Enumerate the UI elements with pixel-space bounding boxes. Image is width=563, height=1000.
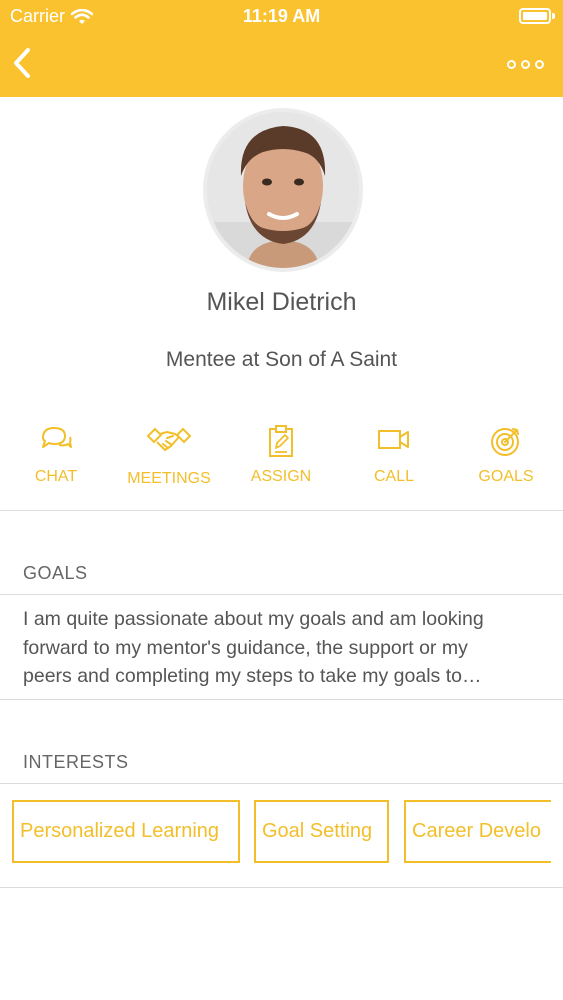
chat-bubbles-icon [42, 427, 72, 448]
profile-name: Mikel Dietrich [206, 288, 357, 316]
divider [0, 887, 563, 888]
chevron-left-icon [14, 48, 30, 78]
goals-text-line: forward to my mentor's guidance, the sup… [23, 636, 468, 659]
divider [0, 594, 563, 595]
avatar[interactable] [207, 112, 359, 268]
goals-text-line: peers and completing my steps to take my… [23, 665, 482, 687]
more-options-button[interactable] [505, 54, 545, 74]
divider [0, 783, 563, 784]
more-dots-icon [506, 59, 516, 69]
status-bar: Carrier 11:19 AM [0, 0, 563, 32]
goals-text-line: I am quite passionate about my goals and… [23, 608, 484, 630]
target-icon [491, 428, 519, 456]
goals-button[interactable]: GOALS [456, 418, 556, 498]
interests-chip-list[interactable]: Personalized Learning Goal Setting Caree… [12, 800, 551, 863]
interest-chip[interactable]: Goal Setting [254, 800, 389, 863]
navigation-bar [0, 32, 563, 97]
video-camera-icon [378, 430, 409, 449]
call-label: CALL [373, 468, 415, 485]
action-bar: CHAT MEETINGS ASSIGN CALL GOALS [0, 418, 563, 498]
meetings-label: MEETINGS [127, 470, 211, 487]
interests-section-title: INTERESTS [23, 752, 129, 772]
chat-label: CHAT [34, 468, 78, 485]
back-button[interactable] [8, 44, 42, 84]
interest-chip[interactable]: Personalized Learning [12, 800, 240, 863]
divider [0, 510, 563, 511]
meetings-button[interactable]: MEETINGS [119, 418, 219, 498]
goals-description: I am quite passionate about my goals and… [23, 605, 548, 691]
more-dot [520, 59, 530, 69]
call-button[interactable]: CALL [344, 418, 444, 498]
goals-label: GOALS [478, 468, 534, 485]
profile-role: Mentee at Son of A Saint [165, 348, 398, 371]
person-photo [207, 112, 359, 268]
divider [0, 699, 563, 700]
chat-button[interactable]: CHAT [6, 418, 106, 498]
clipboard-icon [269, 425, 293, 457]
battery-icon [519, 8, 555, 24]
handshake-icon [146, 427, 192, 451]
status-time: 11:19 AM [242, 6, 321, 26]
assign-button[interactable]: ASSIGN [231, 418, 331, 498]
more-dot [534, 59, 544, 69]
assign-label: ASSIGN [250, 468, 312, 485]
interest-chip[interactable]: Career Develo [404, 800, 551, 863]
goals-section-title: GOALS [23, 563, 88, 583]
